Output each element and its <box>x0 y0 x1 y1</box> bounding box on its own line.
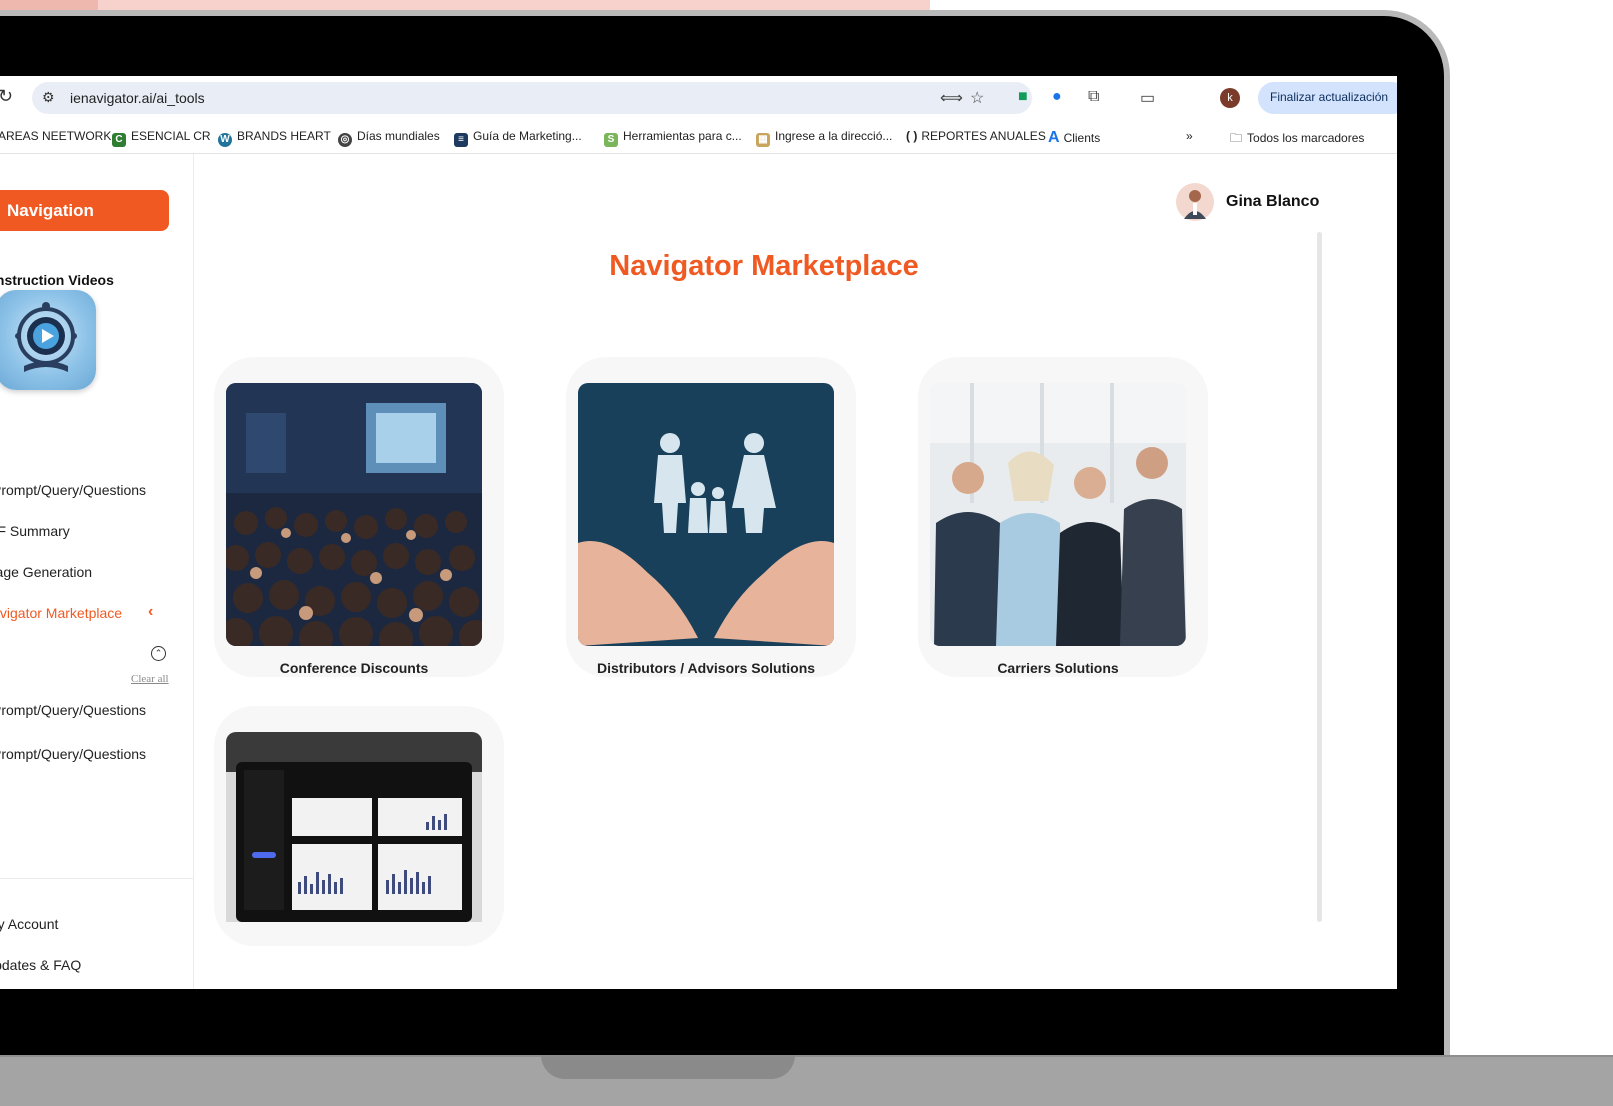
bookmark-label: ESENCIAL CR <box>131 129 211 143</box>
browser-toolbar: ↻ ⚙ ienavigator.ai/ai_tools ⟺ ☆ ■ ● ⧉ ▭ … <box>0 76 1397 120</box>
shopify-icon: S <box>604 133 618 147</box>
bookmark-label: Días mundiales <box>357 129 440 143</box>
calendar-icon: ▦ <box>756 133 770 147</box>
bookmark-item[interactable]: C ESENCIAL CR <box>112 129 211 147</box>
extension-icon[interactable]: ■ <box>1018 88 1028 106</box>
url-text: ienavigator.ai/ai_tools <box>70 90 205 106</box>
bookmark-label: Todos los marcadores <box>1247 131 1365 145</box>
sidebar: Navigation Instruction Videos Prompt/Que <box>0 154 194 989</box>
profile-avatar[interactable]: k <box>1220 88 1240 108</box>
bookmark-label: Ingrese a la direcció... <box>775 129 893 143</box>
history-item[interactable]: Prompt/Query/Questions <box>0 702 146 718</box>
bookmark-item[interactable]: AREAS NEETWORK <box>0 129 111 143</box>
translate-icon[interactable]: ⟺ <box>940 88 963 108</box>
bookmarks-bar: AREAS NEETWORK C ESENCIAL CR W BRANDS HEAR… <box>0 120 1397 154</box>
clients-logo-icon: A <box>1048 129 1060 146</box>
bookmark-label: Guía de Marketing... <box>473 129 582 143</box>
document-icon: ≡ <box>454 133 468 147</box>
laptop-base-notch <box>541 1055 795 1079</box>
bookmark-item[interactable]: S Herramientas para c... <box>604 129 742 147</box>
scrollbar[interactable] <box>1317 232 1322 922</box>
bookmark-star-icon[interactable]: ☆ <box>970 88 984 108</box>
all-bookmarks-folder[interactable]: 🗀 Todos los marcadores <box>1230 129 1364 150</box>
address-bar[interactable]: ⚙ ienavigator.ai/ai_tools <box>32 82 1032 114</box>
family-hands-image <box>578 383 834 646</box>
stage: ↻ ⚙ ienavigator.ai/ai_tools ⟺ ☆ ■ ● ⧉ ▭ … <box>0 0 1613 1106</box>
card-title: Conference Discounts <box>279 660 429 676</box>
bookmark-item[interactable]: ( ) REPORTES ANUALES <box>906 129 1046 143</box>
bookmark-label: BRANDS HEART <box>237 129 331 143</box>
sidebar-item-updates-faq[interactable]: Updates & FAQ <box>0 957 81 973</box>
laptop-base <box>0 1055 1613 1106</box>
bookmark-item[interactable]: ▦ Ingrese a la direcció... <box>756 129 892 147</box>
cr-extension-icon[interactable]: ● <box>1052 88 1062 106</box>
history-item[interactable]: Prompt/Query/Questions <box>0 746 146 762</box>
section-title: Instruction Videos <box>0 272 114 288</box>
extensions-puzzle-icon[interactable]: ⧉ <box>1088 88 1099 106</box>
bookmark-label: Clients <box>1063 131 1101 145</box>
page-title: Navigator Marketplace <box>609 250 919 282</box>
user-name[interactable]: Gina Blanco <box>1226 193 1319 211</box>
brackets-icon: ( ) <box>906 129 918 143</box>
bookmark-item[interactable]: W BRANDS HEART <box>218 129 331 147</box>
sidebar-item-my-account[interactable]: My Account <box>0 916 58 932</box>
sidebar-item-pdf-summary[interactable]: PDF Summary <box>0 523 70 539</box>
folder-icon: 🗀 <box>1230 131 1243 145</box>
card-title: Carriers Solutions <box>997 660 1119 676</box>
globe-icon: ◎ <box>338 133 352 147</box>
conference-image <box>226 383 482 646</box>
bookmark-item[interactable]: ◎ Días mundiales <box>338 129 440 147</box>
card-title: Distributors / Advisors Solutions <box>596 660 816 676</box>
bookmark-label: REPORTES ANUALES <box>921 129 1046 143</box>
sidebar-item-image-generation[interactable]: Image Generation <box>0 564 92 580</box>
avatar[interactable] <box>1176 183 1214 221</box>
bookmark-item[interactable]: A Clients <box>1048 129 1100 147</box>
clear-all-link[interactable]: Clear all <box>131 673 169 685</box>
wordpress-icon: W <box>218 133 232 147</box>
bookmark-label: Herramientas para c... <box>623 129 742 143</box>
app: Navigation Instruction Videos Prompt/Que <box>0 154 1397 989</box>
chevron-left-icon[interactable]: ‹ <box>148 603 153 621</box>
bookmarks-overflow-button[interactable]: » <box>1186 129 1193 143</box>
dashboard-laptop-image <box>226 732 482 922</box>
cr-icon: C <box>112 133 126 147</box>
cast-icon[interactable]: ▭ <box>1140 88 1155 108</box>
sidebar-item-navigator-marketplace[interactable]: Navigator Marketplace <box>0 605 122 621</box>
bookmark-label: AREAS NEETWORK <box>0 129 112 143</box>
business-team-image <box>930 383 1186 646</box>
sidebar-item-prompt[interactable]: Prompt/Query/Questions <box>0 482 146 498</box>
collapse-up-icon[interactable]: ⌃ <box>151 646 166 661</box>
instruction-video-thumbnail[interactable] <box>0 290 96 390</box>
site-settings-icon[interactable]: ⚙ <box>42 89 55 106</box>
main-content: Gina Blanco Navigator Marketplace Confer… <box>194 154 1397 989</box>
user-portrait-icon <box>1184 190 1206 219</box>
reload-icon[interactable]: ↻ <box>0 86 13 107</box>
play-icon <box>15 302 77 372</box>
navigation-button[interactable]: Navigation <box>0 190 169 231</box>
bookmark-item[interactable]: ≡ Guía de Marketing... <box>454 129 582 147</box>
sidebar-divider <box>0 878 194 879</box>
update-button[interactable]: Finalizar actualización <box>1258 82 1397 114</box>
laptop-screen: ↻ ⚙ ienavigator.ai/ai_tools ⟺ ☆ ■ ● ⧉ ▭ … <box>0 76 1397 989</box>
